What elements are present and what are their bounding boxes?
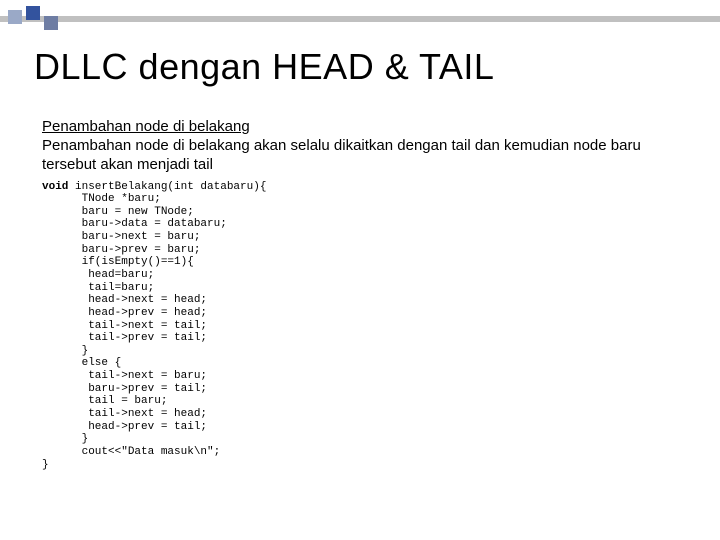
code-keyword: void [42,181,68,193]
slide-body: Penambahan node di belakang Penambahan n… [42,118,682,471]
header-square-icon [26,6,40,20]
header-square-icon [8,10,22,24]
header-strip [0,16,720,22]
code-block: void insertBelakang(int databaru){ TNode… [42,181,682,472]
slide-title: DLLC dengan HEAD & TAIL [34,46,494,88]
header-decoration [0,6,720,30]
section-paragraph: Penambahan node di belakang akan selalu … [42,137,682,175]
section-subheading: Penambahan node di belakang [42,118,682,135]
code-lines: TNode *baru; baru = new TNode; baru->dat… [42,193,227,470]
slide: DLLC dengan HEAD & TAIL Penambahan node … [0,0,720,540]
header-square-icon [44,16,58,30]
code-signature: insertBelakang(int databaru){ [68,181,266,193]
